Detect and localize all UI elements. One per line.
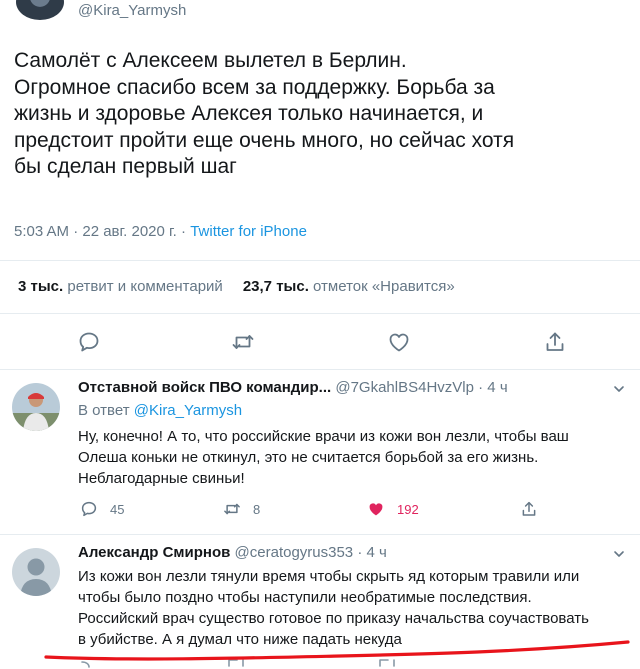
retweet-icon (224, 503, 240, 515)
reply-reply-action[interactable]: 45 (80, 500, 124, 518)
retweets-count: 3 тыс. (18, 278, 64, 295)
reply-author-handle[interactable]: @7GkahlBS4HvzVlp (335, 379, 474, 396)
reply-author-name[interactable]: Александр Смирнов (78, 544, 230, 561)
author-handle[interactable]: @Kira_Yarmysh (78, 2, 186, 19)
retweets-label: ретвит и комментарий (67, 278, 223, 295)
retweet-icon[interactable] (231, 330, 255, 354)
reply-like-action[interactable]: 192 (367, 500, 419, 518)
likes-label: отметок «Нравится» (313, 278, 455, 295)
reply-text: Ну, конечно! А то, что российские врачи … (78, 426, 630, 489)
reply-author-name[interactable]: Отставной войск ПВО командир... (78, 379, 331, 396)
heart-icon[interactable] (387, 330, 411, 354)
like-count: 192 (397, 501, 419, 517)
tweet-line: Самолёт с Алексеем вылетел в Берлин. (14, 49, 407, 72)
reply-share-action[interactable] (520, 500, 538, 518)
tweet-line: жизнь и здоровье Алексея только начинает… (14, 102, 484, 125)
tweet-line: бы сделан первый шаг (14, 155, 237, 178)
reply-retweet-action[interactable]: 8 (223, 500, 260, 518)
share-icon[interactable] (543, 330, 567, 354)
chevron-down-icon[interactable] (612, 547, 626, 561)
reply-time[interactable]: · 4 ч (357, 544, 387, 561)
reply-header: Александр Смирнов @ceratogyrus353 · 4 ч (78, 544, 387, 561)
reply-icon (81, 661, 90, 668)
tweet-line: предстоит пройти еще очень много, но сей… (14, 128, 515, 152)
chevron-down-icon[interactable] (612, 382, 626, 396)
red-underline-annotation (44, 640, 630, 668)
divider (0, 260, 640, 261)
tweet-time[interactable]: 5:03 AM · 22 авг. 2020 г. · (14, 223, 186, 240)
reply-line: чтобы было поздно чтобы наступили необра… (78, 589, 532, 606)
tweet-meta: 5:03 AM · 22 авг. 2020 г. · Twitter for … (14, 223, 307, 240)
reply-line: Неблагодарные свиньи! (78, 470, 245, 487)
reply-line: Олеша коньки не откинул, это не считаетс… (78, 449, 539, 466)
author-avatar[interactable] (16, 0, 64, 20)
reply-tweet[interactable]: Отставной войск ПВО командир... @7GkahlB… (0, 370, 640, 534)
replying-to-mention[interactable]: @Kira_Yarmysh (134, 402, 242, 419)
reply-count: 45 (110, 501, 125, 517)
likes-count: 23,7 тыс. (242, 278, 309, 295)
retweet-count: 8 (253, 501, 261, 517)
likes-stat[interactable]: 23,7 тыс. отметок «Нравится» (243, 278, 455, 295)
retweet-icon (379, 659, 395, 667)
retweet-icon (228, 659, 244, 667)
replying-to-label: В ответ (78, 402, 130, 419)
divider (0, 313, 640, 314)
replying-to: В ответ @Kira_Yarmysh (78, 402, 242, 419)
avatar[interactable] (12, 383, 60, 431)
tweet-stats: 3 тыс. ретвит и комментарий 23,7 тыс. отм… (18, 278, 455, 295)
reply-line: Российский врач существо готовое по прик… (78, 610, 589, 627)
heart-icon (369, 503, 383, 516)
retweets-stat[interactable]: 3 тыс. ретвит и комментарий (18, 278, 223, 295)
tweet-source[interactable]: Twitter for iPhone (190, 223, 307, 240)
reply-header: Отставной войск ПВО командир... @7GkahlB… (78, 379, 508, 396)
avatar[interactable] (12, 548, 60, 596)
tweet-line: Огромное спасибо всем за поддержку. Борь… (14, 75, 495, 99)
reply-icon (81, 501, 97, 517)
share-icon (522, 501, 536, 516)
tweet-actions (0, 330, 640, 354)
tweet-text: Самолёт с Алексеем вылетел в Берлин. Огр… (14, 48, 630, 181)
reply-icon[interactable] (77, 330, 101, 354)
reply-line: Ну, конечно! А то, что российские врачи … (78, 428, 569, 445)
reply-time[interactable]: · 4 ч (478, 379, 508, 396)
reply-author-handle[interactable]: @ceratogyrus353 (235, 544, 354, 561)
reply-line: Из кожи вон лезли тянули время чтобы скр… (78, 568, 580, 585)
